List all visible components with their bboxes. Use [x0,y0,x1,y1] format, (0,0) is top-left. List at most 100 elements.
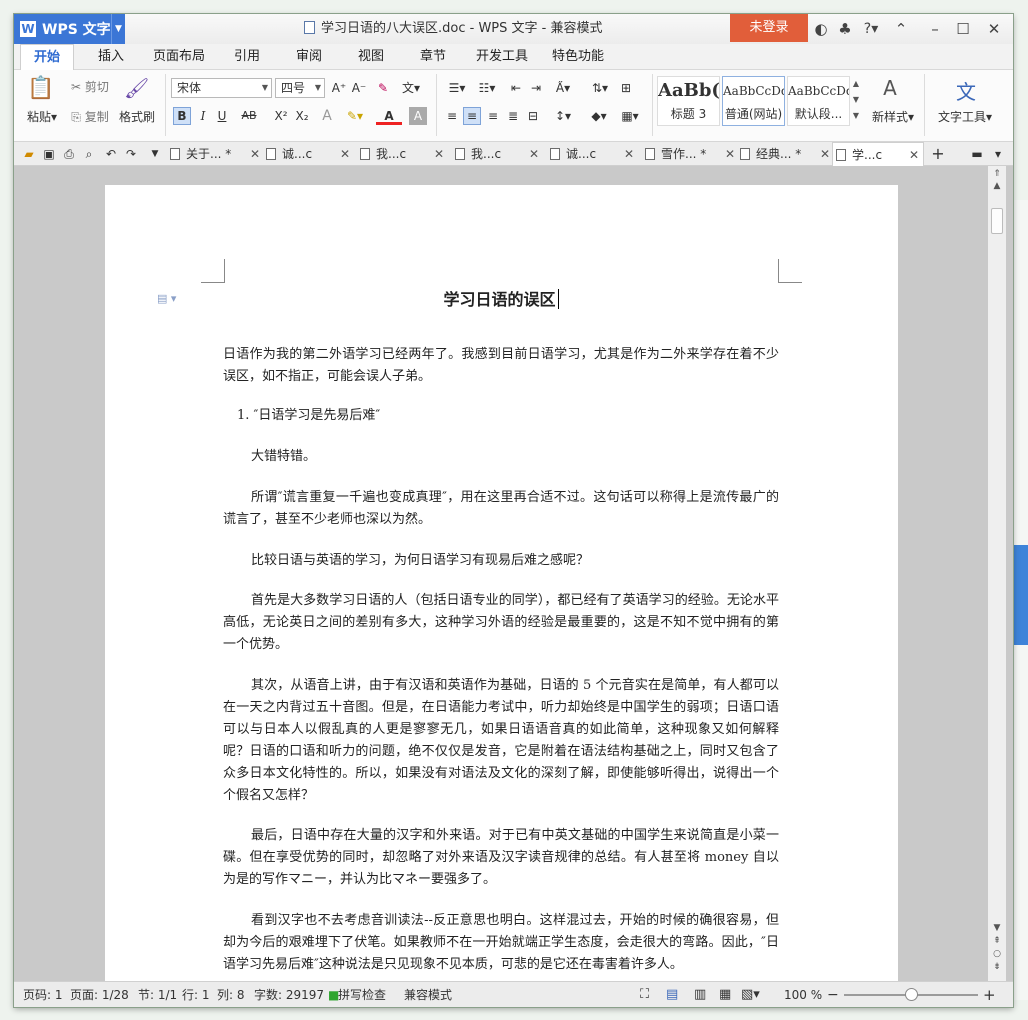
zoom-in-button[interactable]: + [983,982,996,1007]
shirt-icon[interactable]: ♣ [835,14,855,44]
close-button[interactable]: ✕ [981,14,1007,44]
window-mode-icon[interactable]: ▾ [989,145,1007,163]
increase-indent-icon[interactable]: ⇥ [527,79,545,97]
scroll-top-icon[interactable]: ⇑ ▲ [991,168,1003,192]
web-view-icon[interactable]: ▦ [719,982,731,1007]
format-painter-icon[interactable]: 🖌 [124,76,149,104]
menu-view[interactable]: 视图 [346,44,396,70]
text-effect-icon[interactable]: A [318,107,336,125]
close-tab-icon[interactable]: ✕ [250,142,260,166]
quick-access-dropdown-icon[interactable]: ▼ [146,145,164,163]
fullscreen-view-icon[interactable]: ⛶ [640,982,649,1007]
outline-view-icon[interactable]: ▥ [694,982,706,1007]
shading-icon[interactable]: ◆▾ [585,107,613,125]
close-tab-icon[interactable]: ✕ [909,143,919,167]
align-center-icon[interactable]: ≡ [463,107,481,125]
document-tab[interactable]: 诚...c ✕ [266,142,350,166]
font-name-select[interactable]: 宋体 ▼ [171,78,272,98]
shrink-font-icon[interactable]: A⁻ [350,79,368,97]
zoom-level[interactable]: 100 % [784,982,822,1007]
style-web-normal[interactable]: AaBbCcDd 普通(网站) [722,76,785,126]
status-pages[interactable]: 页面: 1/28 [70,982,129,1007]
document-tab-active[interactable]: 学...c ✕ [832,142,924,167]
underline-button[interactable]: U [213,107,231,125]
zoom-slider-knob[interactable] [904,988,918,1001]
distribute-icon[interactable]: ⊟ [524,107,542,125]
close-tab-icon[interactable]: ✕ [624,142,634,166]
menu-developer[interactable]: 开发工具 [469,44,535,70]
subscript-button[interactable]: X₂ [293,107,311,125]
format-painter-button[interactable]: 格式刷 [116,108,158,125]
numbered-list-icon[interactable]: ☷▾ [472,79,502,97]
collapse-ribbon-icon[interactable]: ⌃ [890,14,912,44]
print-preview-icon[interactable]: ⌕ [80,145,98,163]
cut-button[interactable]: ✂ 剪切 [66,78,114,95]
paste-icon[interactable]: 📋 [26,76,56,104]
style-default-paragraph[interactable]: AaBbCcDd 默认段... [787,76,850,126]
spell-check-status[interactable]: 拼写检查 [338,982,386,1007]
zoom-out-button[interactable]: − [827,982,839,1007]
grow-font-icon[interactable]: A⁺ [330,79,348,97]
document-tab[interactable]: 我...c ✕ [360,142,444,166]
print-icon[interactable]: ⎙ [60,145,78,163]
redo-icon[interactable]: ↷ [122,145,140,163]
superscript-button[interactable]: X² [272,107,290,125]
borders-icon[interactable]: ▦▾ [617,107,643,125]
document-tab[interactable]: 经典... * ✕ [740,142,830,166]
style-gallery-scroll[interactable]: ▲ ▼ ▼ [851,76,861,124]
sort-icon[interactable]: ⇅▾ [587,79,613,97]
copy-button[interactable]: ⎘ 复制 [66,108,114,125]
italic-button[interactable]: I [194,107,212,125]
char-shading-icon[interactable]: A [409,107,427,125]
menu-chapter[interactable]: 章节 [408,44,458,70]
minimize-button[interactable]: – [922,14,948,44]
line-spacing-icon[interactable]: ↕▾ [549,107,577,125]
menu-review[interactable]: 审阅 [284,44,334,70]
app-menu-dropdown-icon[interactable]: ▼ [111,14,125,44]
document-tab[interactable]: 关于... * ✕ [170,142,260,166]
tab-list-icon[interactable]: ▬ [968,145,986,163]
new-style-icon[interactable]: A [876,76,904,104]
document-tab[interactable]: 雪作... * ✕ [645,142,735,166]
paragraph-marker-icon[interactable]: ▤ ▾ [157,292,176,305]
menu-home[interactable]: 开始 [20,44,74,71]
style-heading3[interactable]: AaBb( 标题 3 [657,76,720,126]
new-tab-icon[interactable]: + [929,145,947,163]
close-tab-icon[interactable]: ✕ [820,142,830,166]
bold-button[interactable]: B [173,107,191,125]
page-nav-icon[interactable]: ▼ ⇞ ○ ⇟ [991,922,1003,974]
font-color-icon[interactable]: A [376,107,402,125]
word-count[interactable]: 字数: 29197 [254,982,324,1007]
menu-references[interactable]: 引用 [222,44,272,70]
justify-icon[interactable]: ≣ [504,107,522,125]
chinese-layout-icon[interactable]: A̋▾ [549,79,577,97]
maximize-button[interactable]: ☐ [950,14,976,44]
align-right-icon[interactable]: ≡ [484,107,502,125]
align-left-icon[interactable]: ≡ [443,107,461,125]
clear-format-icon[interactable]: ✎ [374,79,392,97]
document-tab[interactable]: 我...c ✕ [455,142,539,166]
document-tab[interactable]: 诚...c ✕ [550,142,634,166]
table-grid-icon[interactable]: ⊞ [617,79,635,97]
bullet-list-icon[interactable]: ☰▾ [442,79,472,97]
login-button[interactable]: 未登录 [730,14,808,42]
decrease-indent-icon[interactable]: ⇤ [507,79,525,97]
highlight-icon[interactable]: ✎▾ [342,107,368,125]
close-tab-icon[interactable]: ✕ [340,142,350,166]
menu-page-layout[interactable]: 页面布局 [148,44,210,70]
page-view-icon[interactable]: ▤ [666,982,678,1007]
wps-app-menu[interactable]: W WPS 文字 ▼ [14,14,125,44]
scrollbar-thumb[interactable] [991,208,1003,234]
new-style-button[interactable]: 新样式▾ [868,108,918,125]
close-tab-icon[interactable]: ✕ [725,142,735,166]
save-icon[interactable]: ▣ [40,145,58,163]
status-page[interactable]: 页码: 1 [23,982,63,1007]
phonetic-guide-icon[interactable]: 文▾ [398,79,424,97]
close-tab-icon[interactable]: ✕ [529,142,539,166]
reading-view-icon[interactable]: ▧▾ [741,982,760,1007]
menu-special[interactable]: 特色功能 [545,44,611,70]
paste-button[interactable]: 粘贴▾ [22,108,62,125]
text-tools-button[interactable]: 文字工具▾ [934,108,996,125]
font-size-select[interactable]: 四号 ▼ [275,78,325,98]
help-button[interactable]: ?▾ [859,14,883,44]
